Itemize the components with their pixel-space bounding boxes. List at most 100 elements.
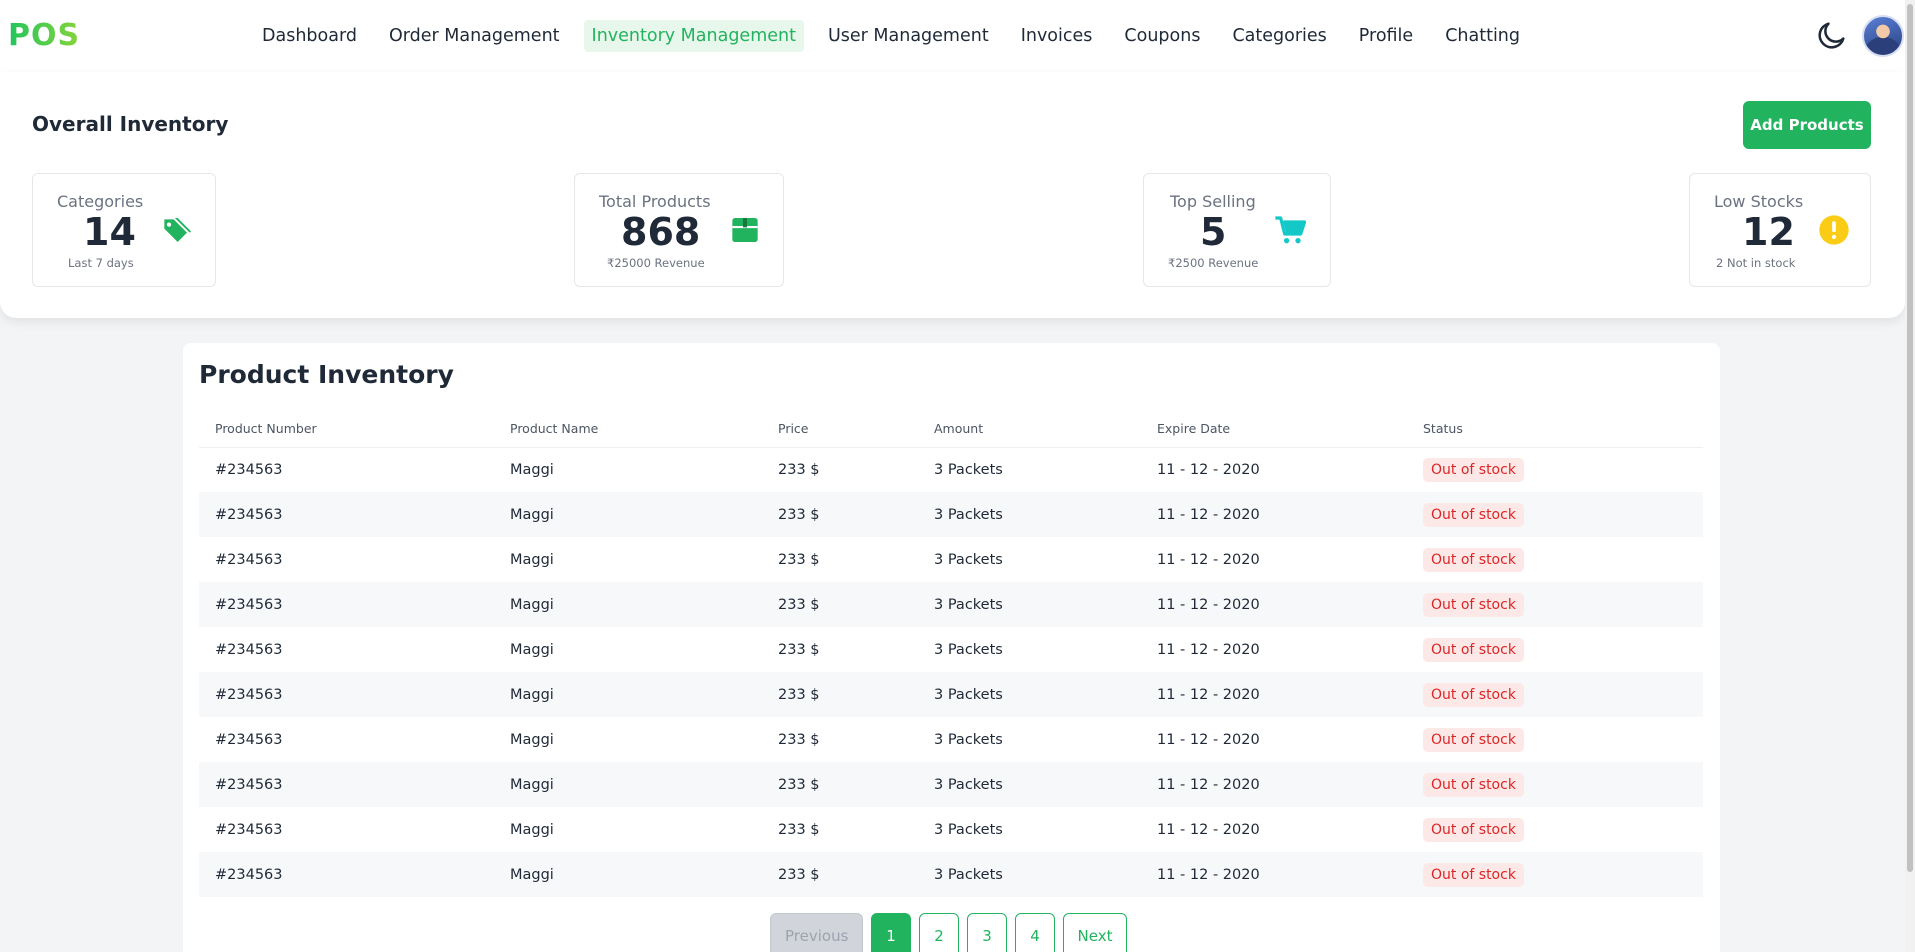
cell-status: Out of stock: [1407, 762, 1703, 807]
column-header-amount[interactable]: Amount: [918, 411, 1141, 448]
cell-product-number: #234563: [199, 672, 494, 717]
app-logo[interactable]: POS: [8, 18, 80, 53]
cell-product-number: #234563: [199, 492, 494, 537]
table-row[interactable]: #234563 Maggi 233 $3 Packets 11 - 12 - 2020…: [199, 762, 1703, 807]
stat-value: 12: [1742, 210, 1795, 254]
cell-expire-date: 11 - 12 - 2020: [1141, 762, 1407, 807]
column-header-product-number[interactable]: Product Number: [199, 411, 494, 448]
status-badge: Out of stock: [1423, 637, 1524, 662]
status-badge: Out of stock: [1423, 727, 1524, 752]
status-badge: Out of stock: [1423, 772, 1524, 797]
table-row[interactable]: #234563 Maggi 233 $3 Packets 11 - 12 - 2020…: [199, 852, 1703, 897]
table-row[interactable]: #234563 Maggi 233 $3 Packets 11 - 12 - 2020…: [199, 672, 1703, 717]
column-header-price[interactable]: Price: [762, 411, 918, 448]
cell-product-number: #234563: [215, 461, 283, 478]
cell-product-name: Maggi: [510, 641, 554, 658]
status-badge: Out of stock: [1423, 457, 1524, 482]
table-row[interactable]: #234563 Maggi 233 $3 Packets 11 - 12 - 2020…: [199, 582, 1703, 627]
nav-item-dashboard[interactable]: Dashboard: [254, 20, 365, 52]
stat-sub: ₹25000 Revenue: [607, 256, 705, 270]
cell-product-number: #234563: [215, 551, 283, 568]
moon-icon[interactable]: [1815, 18, 1849, 52]
scrollbar-thumb[interactable]: [1907, 4, 1913, 872]
nav-item-order-management[interactable]: Order Management: [381, 20, 568, 52]
nav-item-user-management[interactable]: User Management: [820, 20, 997, 52]
cell-product-name: Maggi: [510, 461, 554, 478]
stat-sub: ₹2500 Revenue: [1168, 256, 1259, 270]
table-row[interactable]: #234563 Maggi 233 $3 Packets 11 - 12 - 2020…: [199, 492, 1703, 537]
nav-item-profile[interactable]: Profile: [1351, 20, 1421, 52]
cell-product-number: #234563: [199, 852, 494, 897]
status-badge: Out of stock: [1423, 547, 1524, 572]
add-products-button[interactable]: Add Products: [1743, 101, 1871, 149]
nav-item-inventory-management[interactable]: Inventory Management: [583, 20, 804, 52]
nav-item-invoices[interactable]: Invoices: [1013, 20, 1101, 52]
column-header-product-name[interactable]: Product Name: [494, 411, 762, 448]
cell-product-name: Maggi: [494, 582, 762, 627]
nav-item-coupons[interactable]: Coupons: [1116, 20, 1208, 52]
cell-product-number: #234563: [215, 731, 283, 748]
cell-expire-date: 11 - 12 - 2020: [1157, 821, 1260, 838]
status-badge: Out of stock: [1423, 862, 1524, 887]
top-navbar: POS Dashboard Order Management Inventory…: [0, 0, 1905, 72]
page-button-3[interactable]: 3: [967, 913, 1007, 952]
cell-product-name: Maggi: [510, 551, 554, 568]
page-button-4[interactable]: 4: [1015, 913, 1055, 952]
stat-card-top-selling: Top Selling 5 ₹2500 Revenue: [1143, 173, 1331, 287]
status-badge: Out of stock: [1423, 592, 1524, 617]
cart-icon: [1275, 216, 1306, 244]
table-row[interactable]: #234563 Maggi 233 $3 Packets 11 - 12 - 2020…: [199, 627, 1703, 672]
nav-item-chatting[interactable]: Chatting: [1437, 20, 1528, 52]
stat-label: Categories: [57, 192, 144, 211]
column-header-status[interactable]: Status: [1407, 411, 1703, 448]
cell-expire-date: 11 - 12 - 2020: [1141, 492, 1407, 537]
warning-icon: [1819, 215, 1849, 245]
box-icon: [732, 218, 758, 242]
product-inventory-title: Product Inventory: [199, 360, 454, 389]
cell-product-number: #234563: [199, 762, 494, 807]
page-scrollbar[interactable]: [1905, 0, 1915, 952]
page-button-1[interactable]: 1: [871, 913, 911, 952]
cell-amount: 3 Packets: [934, 821, 1003, 838]
cell-status: Out of stock: [1407, 717, 1703, 762]
avatar[interactable]: [1862, 15, 1904, 57]
previous-page-button[interactable]: Previous: [770, 913, 863, 952]
next-page-button[interactable]: Next: [1063, 913, 1127, 952]
cell-price: 233 $: [778, 461, 820, 478]
cell-price: 233 $: [762, 492, 918, 537]
table-row[interactable]: #234563 Maggi 233 $3 Packets 11 - 12 - 2020…: [199, 807, 1703, 852]
stat-card-categories: Categories 14 Last 7 days: [32, 173, 216, 287]
stat-sub: 2 Not in stock: [1716, 256, 1796, 270]
cell-status: Out of stock: [1407, 807, 1703, 852]
cell-amount: 3 Packets: [918, 582, 1141, 627]
cell-status: Out of stock: [1407, 852, 1703, 897]
table-body: #234563 Maggi 233 $3 Packets 11 - 12 - 2020…: [199, 447, 1703, 897]
table-row[interactable]: #234563 Maggi 233 $ 3 Packets 11 - 12 - 2020…: [199, 447, 1703, 492]
product-table: Product Number Product Name Price Amount…: [199, 411, 1703, 897]
stat-label: Low Stocks: [1714, 192, 1804, 211]
tags-icon: [163, 218, 191, 242]
page-button-2[interactable]: 2: [919, 913, 959, 952]
stat-value: 868: [621, 210, 701, 254]
cell-price: 233 $: [778, 731, 820, 748]
table-row[interactable]: #234563 Maggi 233 $3 Packets 11 - 12 - 2020…: [199, 537, 1703, 582]
table-row[interactable]: #234563 Maggi 233 $3 Packets 11 - 12 - 2020…: [199, 717, 1703, 762]
cell-expire-date: 11 - 12 - 2020: [1141, 672, 1407, 717]
cell-amount: 3 Packets: [934, 461, 1003, 478]
cell-expire-date: 11 - 12 - 2020: [1157, 461, 1260, 478]
cell-product-number: #234563: [199, 582, 494, 627]
cell-status: Out of stock: [1407, 492, 1703, 537]
nav-item-categories[interactable]: Categories: [1224, 20, 1334, 52]
overall-inventory-title: Overall Inventory: [32, 112, 229, 136]
stat-label: Top Selling: [1170, 192, 1256, 211]
cell-amount: 3 Packets: [918, 672, 1141, 717]
main-nav: Dashboard Order Management Inventory Man…: [254, 20, 1544, 52]
cell-expire-date: 11 - 12 - 2020: [1141, 852, 1407, 897]
cell-product-name: Maggi: [510, 731, 554, 748]
cell-expire-date: 11 - 12 - 2020: [1157, 641, 1260, 658]
overall-inventory-panel: Overall Inventory Add Products Categorie…: [0, 72, 1905, 318]
cell-price: 233 $: [762, 672, 918, 717]
cell-product-name: Maggi: [494, 492, 762, 537]
column-header-expire-date[interactable]: Expire Date: [1141, 411, 1407, 448]
status-badge: Out of stock: [1423, 682, 1524, 707]
